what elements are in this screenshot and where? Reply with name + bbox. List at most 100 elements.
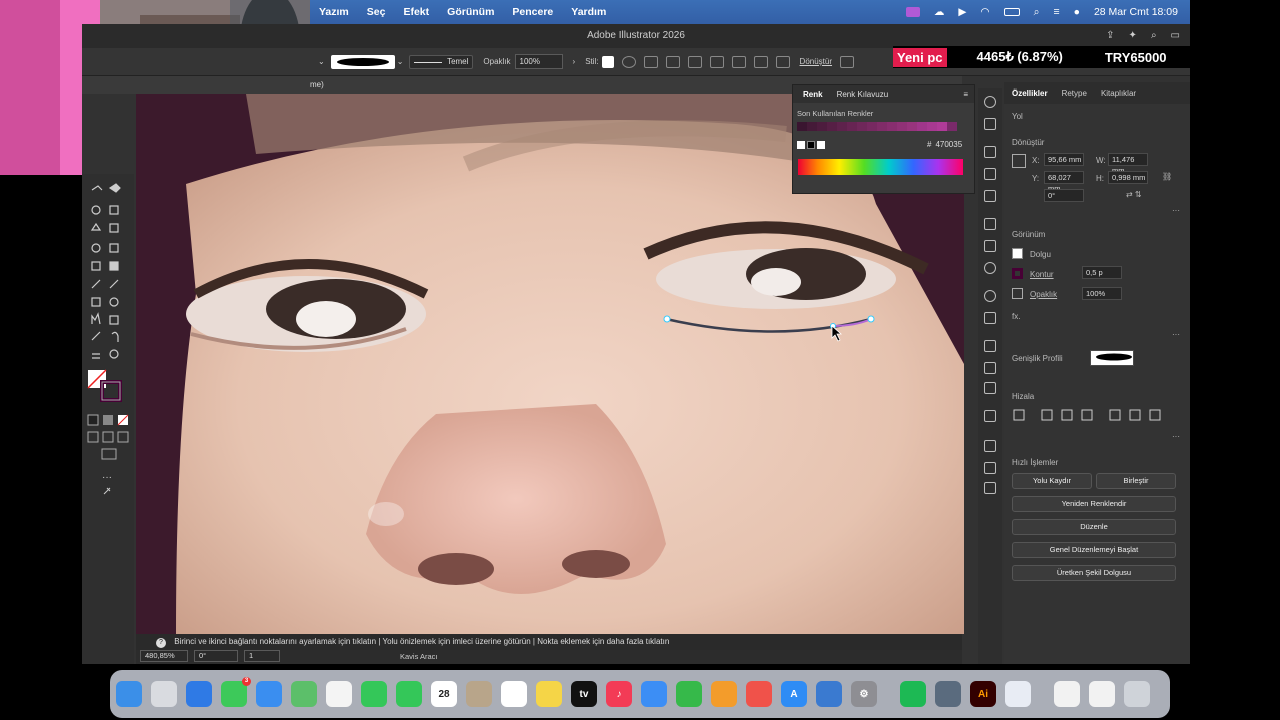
recent-color-swatch[interactable]: [927, 122, 937, 131]
artboard-field[interactable]: 1: [244, 650, 280, 662]
align-panel-icon[interactable]: [984, 462, 996, 474]
stroke-swatch-prop[interactable]: [1012, 268, 1023, 279]
recent-color-swatch[interactable]: [887, 122, 897, 131]
recent-color-swatch[interactable]: [837, 122, 847, 131]
transform-panel-icon[interactable]: [984, 440, 996, 452]
transparency-panel-icon[interactable]: [984, 262, 996, 274]
stroke-style-dropdown[interactable]: Temel: [409, 54, 474, 69]
gradient-panel-icon[interactable]: [984, 240, 996, 252]
recent-color-swatch[interactable]: [897, 122, 907, 131]
recent-color-swatch[interactable]: [947, 122, 957, 131]
arrange-button[interactable]: Düzenle: [1012, 519, 1176, 535]
wifi-icon[interactable]: ◠: [980, 6, 989, 18]
stroke-label[interactable]: Kontur: [1030, 270, 1054, 279]
none-swatch[interactable]: [797, 140, 805, 149]
tab-libraries[interactable]: Kitaplıklar: [1101, 89, 1136, 98]
recent-color-swatch[interactable]: [847, 122, 857, 131]
recolor-icon[interactable]: [643, 55, 658, 68]
tab-properties[interactable]: Özellikler: [1012, 89, 1048, 98]
cloud-icon[interactable]: ☁: [934, 6, 945, 18]
dock-app-finder-2-icon[interactable]: [935, 681, 961, 707]
control-center-icon[interactable]: ≡: [1053, 6, 1059, 18]
brush-preview[interactable]: [330, 54, 395, 69]
share-icon[interactable]: ⇪: [1106, 24, 1114, 48]
width-profile-dropdown[interactable]: [1090, 350, 1134, 366]
chevron-left-icon[interactable]: ⌄: [318, 57, 325, 66]
search-icon[interactable]: ⌕: [1034, 6, 1040, 19]
graphic-styles-panel-icon[interactable]: [984, 312, 996, 324]
dock-app-music-icon[interactable]: ♪: [606, 681, 632, 707]
link-icon[interactable]: ⛓: [1162, 172, 1172, 181]
menu-item-sec[interactable]: Seç: [358, 6, 395, 18]
style-swatch[interactable]: [601, 55, 614, 68]
rotation-field[interactable]: 0°: [194, 650, 238, 662]
align-more-icon[interactable]: ···: [1172, 432, 1180, 441]
black-swatch[interactable]: [807, 140, 815, 149]
dock-app-utility-icon[interactable]: [1005, 681, 1031, 707]
dock-app-messages-icon[interactable]: 3: [221, 677, 251, 707]
artboards-panel-icon[interactable]: [984, 382, 996, 394]
dock-app-keynote-icon[interactable]: [641, 681, 667, 707]
isolate-icon[interactable]: [840, 55, 855, 68]
dock-app-screen-icon[interactable]: [1089, 681, 1115, 707]
stroke-weight-field[interactable]: 0,5 p: [1082, 266, 1122, 279]
export-panel-icon[interactable]: [984, 362, 996, 374]
menu-item-pencere[interactable]: Pencere: [503, 6, 562, 18]
dock-app-finder-icon[interactable]: [116, 681, 142, 707]
fill-swatch-prop[interactable]: [1012, 248, 1023, 259]
search-icon-titlebar[interactable]: ⌕: [1151, 24, 1157, 48]
swatches-panel-icon[interactable]: [984, 146, 996, 158]
workspace-icon[interactable]: ▭: [1171, 24, 1180, 48]
recent-color-swatch[interactable]: [867, 122, 877, 131]
menubar-clock[interactable]: 28 Mar Cmt 18:09: [1094, 6, 1178, 18]
recent-color-swatch[interactable]: [917, 122, 927, 131]
dock-app-launchpad-icon[interactable]: [151, 681, 177, 707]
w-field[interactable]: 11,476 mm: [1108, 153, 1148, 175]
battery-icon[interactable]: [1003, 8, 1020, 16]
menu-item-yardim[interactable]: Yardım: [562, 6, 615, 18]
tab-color[interactable]: Renk: [803, 90, 823, 99]
unite-button[interactable]: Birleştir: [1096, 473, 1176, 489]
dock-app-spotify-icon[interactable]: [900, 681, 926, 707]
transform-link[interactable]: Dönüştür: [800, 57, 832, 66]
hex-input[interactable]: 470035: [935, 140, 962, 149]
align-icons[interactable]: [1012, 408, 1172, 422]
recent-color-swatch[interactable]: [857, 122, 867, 131]
globe-icon[interactable]: [621, 55, 636, 68]
dock-app-reminders-icon[interactable]: [501, 681, 527, 707]
dock-app-maps-icon[interactable]: [291, 681, 317, 707]
angle-field[interactable]: 0°: [1044, 189, 1084, 202]
opacity-label-prop[interactable]: Opaklık: [1030, 290, 1057, 299]
global-edit-button[interactable]: Genel Düzenlemeyi Başlat: [1012, 542, 1176, 558]
dock-app-launch-icon[interactable]: [746, 681, 772, 707]
recent-color-swatch[interactable]: [877, 122, 887, 131]
fx-button[interactable]: fx.: [1012, 312, 1020, 321]
y-field[interactable]: 68,027 mm: [1044, 171, 1084, 193]
dock-app-facetime-icon[interactable]: [361, 681, 387, 707]
align-middle-icon[interactable]: [753, 55, 768, 68]
white-swatch[interactable]: [817, 140, 825, 149]
dock-app-apple-tv-icon[interactable]: tv: [571, 681, 597, 707]
align-left-icon[interactable]: [665, 55, 680, 68]
recent-color-swatch[interactable]: [817, 122, 827, 131]
chevron-right-icon[interactable]: ›: [573, 57, 576, 66]
opacity-field[interactable]: 100%: [514, 54, 563, 69]
tab-color-guide[interactable]: Renk Kılavuzu: [837, 90, 889, 99]
dock-app-trash-icon[interactable]: [1124, 681, 1150, 707]
zoom-field[interactable]: 480,85%: [140, 650, 188, 662]
dock-app-settings-icon[interactable]: ⚙: [851, 681, 877, 707]
play-icon[interactable]: ▶: [958, 6, 966, 18]
align-bottom-icon[interactable]: [775, 55, 790, 68]
dock-app-preview-icon[interactable]: [816, 681, 842, 707]
properties-panel-icon[interactable]: [984, 96, 996, 108]
symbols-panel-icon[interactable]: [984, 190, 996, 202]
menu-item-efekt[interactable]: Efekt: [394, 6, 438, 18]
appearance-more-icon[interactable]: ···: [1172, 330, 1180, 339]
h-field[interactable]: 0,998 mm: [1108, 171, 1148, 184]
stroke-panel-icon[interactable]: [984, 218, 996, 230]
dock-app-app-store-icon[interactable]: A: [781, 681, 807, 707]
libraries-panel-icon[interactable]: [984, 118, 996, 130]
dock-app-calendar-icon[interactable]: 28: [431, 681, 457, 707]
appearance-panel-icon[interactable]: [984, 290, 996, 302]
recent-color-swatch[interactable]: [797, 122, 807, 131]
